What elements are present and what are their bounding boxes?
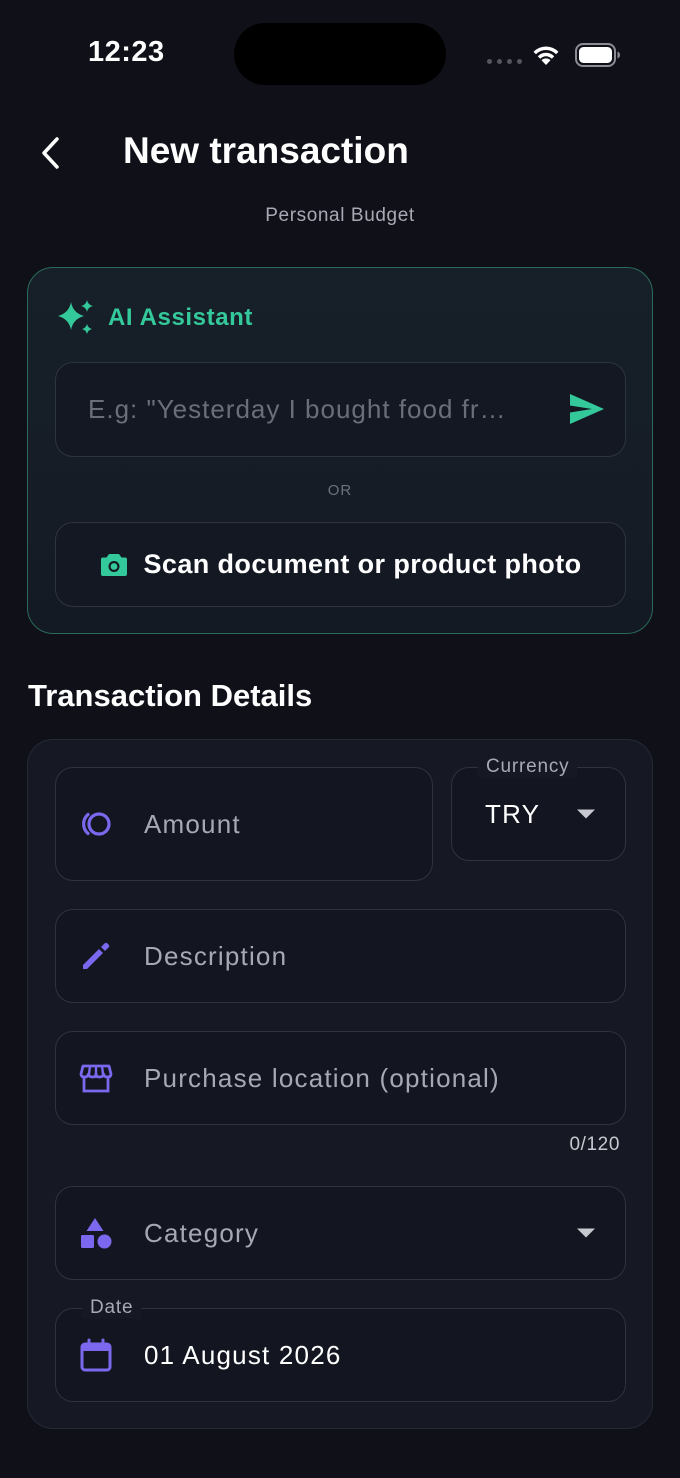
page-subtitle: Personal Budget xyxy=(265,205,415,226)
send-icon xyxy=(570,394,604,424)
coins-icon xyxy=(82,812,111,836)
date-label: Date xyxy=(82,1297,142,1319)
battery-icon xyxy=(575,43,620,67)
cellular-signal-icon xyxy=(487,59,522,64)
description-placeholder: Description xyxy=(144,940,288,971)
date-value: 01 August 2026 xyxy=(144,1339,342,1370)
purchase-location-counter: 0/120 xyxy=(569,1134,620,1155)
store-icon xyxy=(79,1064,113,1093)
amount-placeholder: Amount xyxy=(144,808,241,839)
chevron-left-icon xyxy=(42,137,59,169)
sparkle-icon xyxy=(58,300,93,334)
new-transaction-screen: 12:23 New transaction Personal Budget AI… xyxy=(0,0,680,1478)
shapes-icon xyxy=(81,1218,112,1249)
scan-document-label: Scan document or product photo xyxy=(143,549,582,579)
amount-field[interactable]: Amount xyxy=(55,767,433,881)
scan-document-button[interactable]: Scan document or product photo xyxy=(55,522,626,607)
back-button[interactable] xyxy=(30,130,70,176)
dynamic-island xyxy=(234,23,446,85)
ai-assistant-header: AI Assistant xyxy=(56,298,253,338)
ai-assistant-title: AI Assistant xyxy=(108,304,254,331)
page-title: New transaction xyxy=(123,130,409,171)
category-select[interactable]: Category xyxy=(55,1186,626,1280)
chevron-down-icon xyxy=(577,809,595,819)
purchase-location-field[interactable]: Purchase location (optional) xyxy=(55,1031,626,1125)
ai-prompt-input[interactable] xyxy=(88,363,548,455)
status-time: 12:23 xyxy=(88,36,165,68)
transaction-details-card: Amount Currency TRY Description Purchase… xyxy=(27,739,653,1429)
camera-icon xyxy=(100,553,127,576)
currency-value: TRY xyxy=(485,798,541,829)
transaction-details-heading: Transaction Details xyxy=(28,678,313,713)
ai-assistant-card: AI Assistant OR Scan document or product… xyxy=(27,267,653,634)
currency-select[interactable]: Currency TRY xyxy=(451,756,626,861)
category-placeholder: Category xyxy=(144,1217,260,1248)
pencil-icon xyxy=(83,942,110,969)
send-button[interactable] xyxy=(567,389,607,429)
ai-prompt-field xyxy=(55,362,626,457)
purchase-location-placeholder: Purchase location (optional) xyxy=(144,1062,500,1093)
calendar-icon xyxy=(80,1338,112,1372)
description-field[interactable]: Description xyxy=(55,909,626,1003)
wifi-icon xyxy=(533,46,559,65)
chevron-down-icon xyxy=(577,1228,595,1238)
date-field[interactable]: Date 01 August 2026 xyxy=(55,1297,626,1402)
or-divider-label: OR xyxy=(327,482,353,499)
